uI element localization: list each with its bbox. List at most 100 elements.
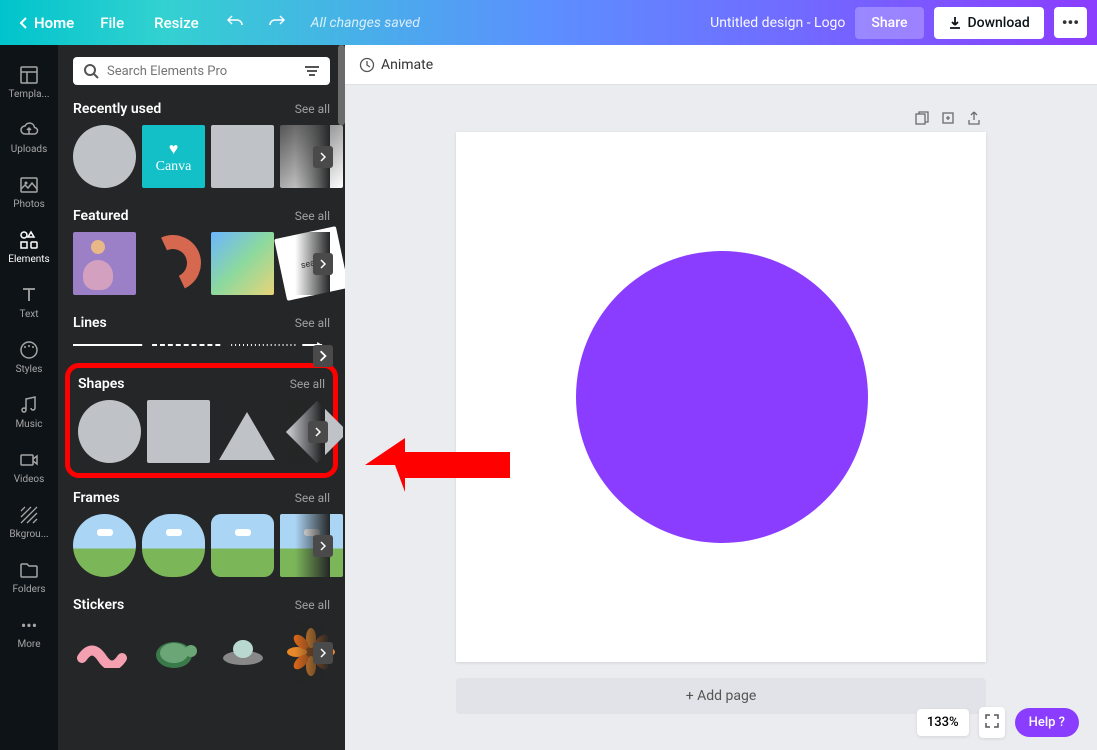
nav-styles[interactable]: Styles (0, 330, 58, 385)
element-thumb-arc[interactable] (142, 232, 205, 295)
save-status: All changes saved (311, 15, 420, 31)
element-thumb-canva[interactable]: ♥ Canva (142, 125, 205, 188)
more-menu-button[interactable]: ••• (1054, 7, 1087, 38)
download-button[interactable]: Download (934, 7, 1044, 39)
shape-triangle[interactable] (216, 400, 279, 463)
element-thumb-search-tag[interactable]: sear.. (274, 226, 345, 301)
sticker-worm[interactable] (73, 621, 136, 684)
frame-wavy[interactable] (142, 514, 205, 577)
scroll-next-button[interactable] (313, 253, 333, 275)
frame-rounded[interactable] (211, 514, 274, 577)
frame-square[interactable] (280, 514, 343, 577)
music-icon (19, 395, 39, 415)
annotation-arrow (365, 430, 515, 504)
elements-panel: Recently used See all ♥ Canva (58, 45, 345, 750)
nav-label: Text (19, 309, 38, 320)
document-title[interactable]: Untitled design - Logo (710, 15, 845, 31)
sticker-turtle[interactable] (142, 621, 205, 684)
filter-icon[interactable] (304, 64, 320, 78)
scroll-next-button[interactable] (313, 345, 333, 367)
element-thumb-gradient[interactable] (280, 125, 343, 188)
see-all-link[interactable]: See all (295, 102, 330, 116)
element-thumb-square[interactable] (211, 125, 274, 188)
share-button[interactable]: Share (855, 7, 923, 39)
home-button[interactable]: Home (10, 8, 82, 38)
download-icon (948, 16, 962, 30)
shape-square[interactable] (147, 400, 210, 463)
chevron-left-icon (18, 16, 30, 30)
shape-circle[interactable] (78, 400, 141, 463)
resize-menu[interactable]: Resize (142, 8, 210, 38)
animate-icon (359, 57, 375, 73)
canvas-toolbar: Animate (345, 45, 1097, 85)
scroll-next-button[interactable] (313, 146, 333, 168)
section-title: Shapes (78, 376, 124, 392)
templates-icon (19, 65, 39, 85)
canvas-scroll[interactable]: + Add page (345, 85, 1097, 750)
file-menu[interactable]: File (88, 8, 136, 38)
add-page-button[interactable]: + Add page (456, 678, 986, 714)
text-icon (19, 285, 39, 305)
redo-button[interactable] (259, 7, 295, 38)
copy-page-icon[interactable] (940, 110, 956, 126)
help-button[interactable]: Help ? (1015, 708, 1079, 737)
scroll-next-button[interactable] (313, 642, 333, 664)
zoom-level[interactable]: 133% (917, 709, 969, 736)
element-thumb-gradient2[interactable] (211, 232, 274, 295)
see-all-link[interactable]: See all (295, 598, 330, 612)
nav-text[interactable]: Text (0, 275, 58, 330)
section-title: Featured (73, 208, 128, 224)
section-title: Lines (73, 315, 107, 331)
redo-icon (269, 14, 285, 28)
scroll-next-button[interactable] (313, 535, 333, 557)
background-icon (19, 505, 39, 525)
frame-circle[interactable] (73, 514, 136, 577)
undo-icon (227, 14, 243, 28)
see-all-link[interactable]: See all (290, 377, 325, 391)
nav-label: More (17, 639, 40, 650)
fullscreen-icon (985, 714, 999, 728)
panel-scrollbar[interactable] (338, 45, 345, 125)
scroll-next-button[interactable] (308, 421, 328, 443)
lines-row[interactable] (73, 339, 330, 351)
see-all-link[interactable]: See all (295, 491, 330, 505)
section-lines: Lines See all (73, 315, 330, 351)
nav-uploads[interactable]: Uploads (0, 110, 58, 165)
see-all-link[interactable]: See all (295, 209, 330, 223)
element-thumb-illustration[interactable] (73, 232, 136, 295)
undo-button[interactable] (217, 7, 253, 38)
duplicate-page-icon[interactable] (914, 110, 930, 126)
canvas-element-circle[interactable] (576, 251, 868, 543)
share-page-icon[interactable] (966, 110, 982, 126)
nav-more[interactable]: ••• More (0, 605, 58, 660)
animate-label: Animate (381, 57, 433, 73)
photos-icon (19, 175, 39, 195)
sticker-flower[interactable] (280, 621, 343, 684)
more-icon: ••• (19, 615, 39, 635)
videos-icon (19, 450, 39, 470)
canvas-area: Animate + Add page 133% (345, 45, 1097, 750)
nav-photos[interactable]: Photos (0, 165, 58, 220)
search-input-wrapper[interactable] (73, 57, 330, 85)
uploads-icon (19, 120, 39, 140)
nav-label: Music (15, 419, 42, 430)
panel-collapse-button[interactable] (343, 395, 345, 445)
section-title: Stickers (73, 597, 124, 613)
nav-videos[interactable]: Videos (0, 440, 58, 495)
search-input[interactable] (107, 64, 296, 79)
nav-elements[interactable]: Elements (0, 220, 58, 275)
canvas-page[interactable] (456, 132, 986, 662)
element-thumb-circle[interactable] (73, 125, 136, 188)
chevron-right-icon (313, 350, 333, 362)
nav-folders[interactable]: Folders (0, 550, 58, 605)
nav-templates[interactable]: Templa... (0, 55, 58, 110)
nav-label: Styles (16, 364, 43, 375)
section-title: Frames (73, 490, 120, 506)
see-all-link[interactable]: See all (295, 316, 330, 330)
nav-music[interactable]: Music (0, 385, 58, 440)
fullscreen-button[interactable] (979, 707, 1005, 738)
nav-background[interactable]: Bkgrou... (0, 495, 58, 550)
sticker-ufo[interactable] (211, 621, 274, 684)
section-stickers: Stickers See all (73, 597, 330, 684)
animate-button[interactable]: Animate (359, 57, 433, 73)
